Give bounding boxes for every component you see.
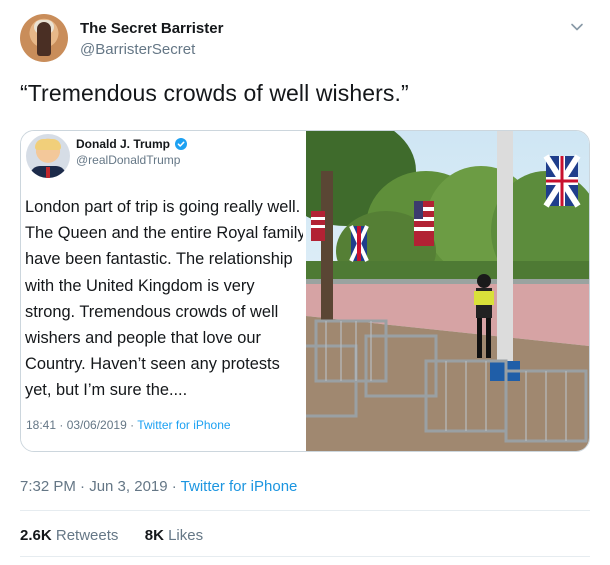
chevron-down-icon[interactable] [570, 20, 584, 34]
quoted-image-card[interactable]: Donald J. Trump @realDonaldTrump London … [20, 130, 590, 452]
likes-label: Likes [168, 527, 204, 544]
quoted-time: 18:41 · 03/06/2019 · [26, 418, 138, 432]
author-handle[interactable]: @BarristerSecret [80, 41, 195, 58]
quoted-line: have been fantastic. The relationship [25, 250, 293, 269]
mall-photo [306, 131, 589, 451]
quoted-line: with the United Kingdom is very [25, 276, 255, 295]
tweet: The Secret Barrister @BarristerSecret “T… [0, 0, 610, 565]
likes-stat[interactable]: 8K Likes [145, 527, 203, 544]
verified-badge-icon [175, 138, 187, 150]
quoted-source: Twitter for iPhone [137, 418, 231, 432]
tweet-timestamp: 7:32 PM · Jun 3, 2019 · Twitter for iPho… [20, 478, 297, 495]
quoted-line: The Queen and the entire Royal family [25, 224, 303, 243]
divider [20, 556, 590, 557]
author-avatar[interactable] [20, 14, 68, 62]
quoted-line: Country. Haven’t seen any protests [25, 355, 280, 374]
quoted-name: Donald J. Trump [76, 137, 171, 151]
tweet-text: “Tremendous crowds of well wishers.” [20, 80, 409, 106]
quoted-avatar [26, 134, 70, 178]
quoted-handle: @realDonaldTrump [76, 153, 181, 167]
quoted-line: strong. Tremendous crowds of well [25, 302, 279, 321]
tweet-stats: 2.6K Retweets 8K Likes [20, 527, 203, 544]
union-flag [543, 154, 581, 208]
retweets-stat[interactable]: 2.6K Retweets [20, 527, 118, 544]
tweet-time[interactable]: 7:32 PM · Jun 3, 2019 · [20, 478, 181, 495]
likes-count: 8K [144, 527, 164, 544]
quoted-tweet-screenshot: Donald J. Trump @realDonaldTrump London … [21, 131, 306, 451]
quoted-line: yet, but I’m sure the.... [25, 381, 188, 400]
retweets-count: 2.6K [20, 527, 52, 544]
quoted-line: wishers and people that love our [25, 328, 261, 347]
retweets-label: Retweets [55, 527, 119, 544]
quoted-text: London part of trip is going really well… [25, 194, 303, 414]
quoted-meta: 18:41 · 03/06/2019 · Twitter for iPhone [26, 418, 231, 432]
author-name[interactable]: The Secret Barrister [80, 20, 223, 37]
divider [20, 510, 590, 511]
quoted-line: London part of trip is going really well… [25, 198, 301, 216]
tweet-source[interactable]: Twitter for iPhone [181, 478, 298, 495]
